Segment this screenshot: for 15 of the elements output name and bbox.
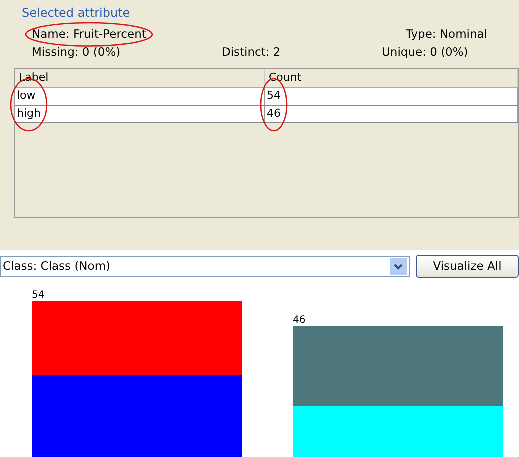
bar-count-label: 46 bbox=[293, 315, 306, 326]
missing-count: Missing: 0 (0%) bbox=[32, 44, 121, 62]
distinct-count: Distinct: 2 bbox=[222, 44, 281, 62]
table-cell-text: 54 bbox=[267, 88, 281, 104]
bar-count-label: 54 bbox=[32, 290, 45, 301]
unique-count: Unique: 0 (0%) bbox=[382, 44, 468, 62]
table-cell-text: 46 bbox=[267, 106, 281, 122]
table-cell-text: low bbox=[17, 88, 36, 104]
attribute-name: Name: Fruit-Percent bbox=[32, 26, 146, 43]
class-dropdown[interactable]: Class: Class (Nom) bbox=[0, 256, 410, 277]
panel-title: Selected attribute bbox=[21, 5, 132, 22]
table-cell-text: high bbox=[17, 106, 41, 122]
column-header[interactable]: Count bbox=[269, 70, 302, 86]
attribute-type: Type: Nominal bbox=[405, 26, 488, 43]
visualize-all-button[interactable]: Visualize All bbox=[416, 255, 519, 278]
